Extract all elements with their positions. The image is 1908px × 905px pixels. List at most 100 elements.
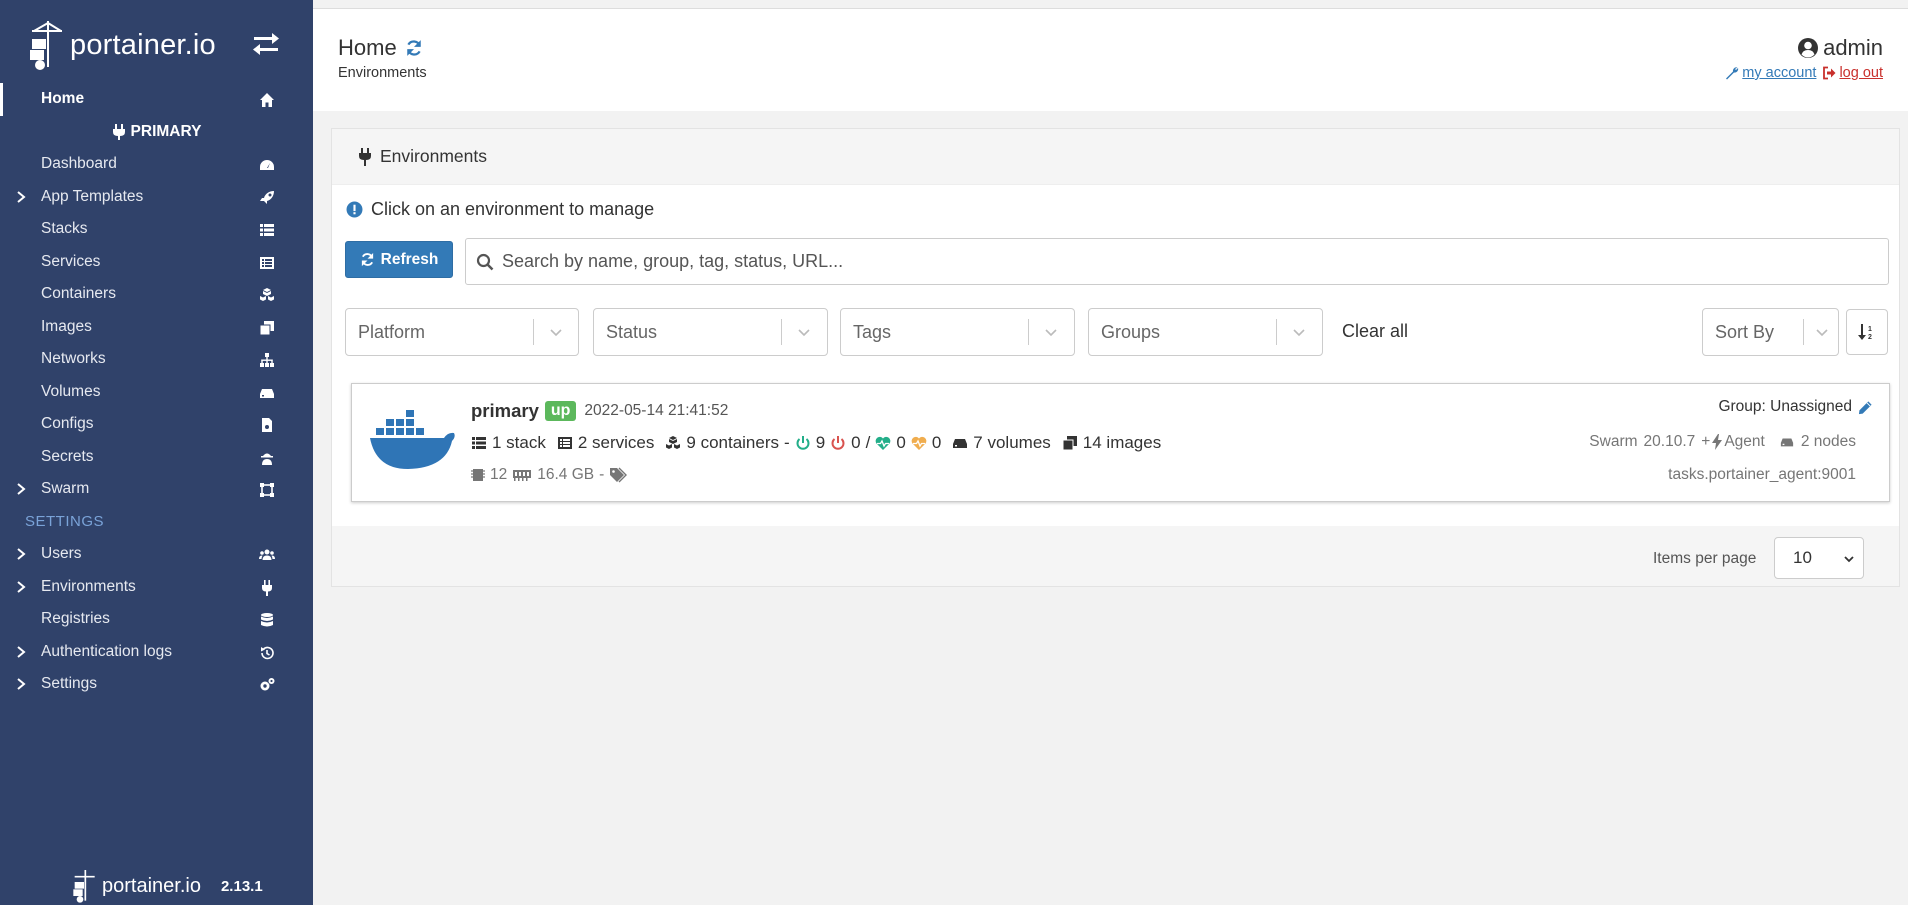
- sort-order-button[interactable]: 12: [1846, 309, 1888, 355]
- sidebar-item-images[interactable]: Images: [0, 311, 313, 344]
- user-menu: admin: [1797, 35, 1883, 61]
- memory-amount: 16.4 GB: [537, 466, 595, 483]
- plug-icon: [262, 579, 272, 596]
- sidebar-item-services[interactable]: Services: [0, 246, 313, 279]
- networks-icon: [260, 353, 274, 367]
- sidebar-item-configs[interactable]: Configs: [0, 408, 313, 441]
- sidebar-item-registries[interactable]: Registries: [0, 603, 313, 636]
- filter-label: Groups: [1101, 321, 1161, 342]
- settings-section-header: SETTINGS: [0, 506, 313, 539]
- sidebar-item-secrets[interactable]: Secrets: [0, 441, 313, 474]
- services-icon: [557, 437, 572, 449]
- chevron-right-icon[interactable]: [14, 677, 28, 691]
- containers-icon: [666, 436, 681, 449]
- sidebar-item-networks[interactable]: Networks: [0, 343, 313, 376]
- sidebar-item-users[interactable]: Users: [0, 538, 313, 571]
- sidebar-item-label: Images: [41, 317, 92, 335]
- items-per-page-value: 10: [1793, 548, 1812, 567]
- sidebar-item-containers[interactable]: Containers: [0, 278, 313, 311]
- heartbeat-unhealthy-icon: [911, 436, 927, 450]
- sidebar-item-dashboard[interactable]: Dashboard: [0, 148, 313, 181]
- docker-logo-icon: [370, 410, 455, 469]
- stack-count: 1 stack: [492, 433, 546, 452]
- my-account-text: my account: [1742, 65, 1817, 81]
- tags-filter[interactable]: Tags: [840, 308, 1075, 356]
- search-input[interactable]: [502, 251, 1882, 272]
- status-badge: up: [544, 401, 577, 421]
- toggle-sidebar-icon[interactable]: [252, 30, 280, 58]
- chevron-right-icon[interactable]: [14, 645, 28, 659]
- sidebar-item-label: Services: [41, 252, 101, 270]
- page-title-text: Home: [338, 35, 397, 60]
- sidebar-item-stacks[interactable]: Stacks: [0, 213, 313, 246]
- sort-by-select[interactable]: Sort By: [1702, 308, 1839, 356]
- section-label: SETTINGS: [25, 513, 105, 531]
- dashboard-icon: [260, 160, 274, 170]
- memory-icon: [513, 470, 532, 481]
- swarm-icon: [260, 483, 274, 497]
- images-icon: [1062, 436, 1077, 451]
- containers-icon: [260, 288, 274, 301]
- sidebar-item-label: Stacks: [41, 220, 88, 238]
- rocket-icon: [260, 190, 274, 204]
- sidebar-item-label: Registries: [41, 610, 110, 628]
- environment-platform-info: Swarm 20.10.7 + Agent 2 nodes: [1589, 433, 1856, 451]
- platform-filter[interactable]: Platform: [345, 308, 579, 356]
- pencil-icon[interactable]: [1858, 400, 1873, 415]
- clear-all-button[interactable]: Clear all: [1342, 321, 1408, 342]
- status-filter[interactable]: Status: [593, 308, 828, 356]
- separator-dash: -: [599, 466, 605, 483]
- filter-separator: [1803, 319, 1804, 345]
- chevron-down-icon: [798, 329, 810, 337]
- logout-link[interactable]: log out: [1822, 65, 1883, 81]
- version-label: 2.13.1: [220, 877, 263, 895]
- sidebar-item-label: Volumes: [41, 382, 101, 400]
- docker-version: 20.10.7: [1643, 433, 1696, 450]
- stopped-count: 0: [851, 433, 861, 452]
- widget-header: Environments: [332, 129, 1899, 185]
- sidebar-item-label: Users: [41, 545, 82, 563]
- groups-filter[interactable]: Groups: [1088, 308, 1323, 356]
- power-off-icon: [831, 436, 845, 450]
- sidebar-item-settings[interactable]: Settings: [0, 668, 313, 701]
- wrench-icon: [1726, 67, 1739, 80]
- environment-card[interactable]: primary up 2022-05-14 21:41:52 1 stack 2…: [351, 383, 1890, 502]
- sidebar: portainer.io Home PRIMARY Dashboard App …: [0, 0, 313, 905]
- logout-text: log out: [1839, 65, 1883, 81]
- cpu-icon: [471, 469, 485, 481]
- healthy-count: 0: [896, 433, 906, 452]
- items-per-page-select[interactable]: 10: [1774, 537, 1864, 579]
- chevron-down-icon: [1045, 329, 1057, 337]
- sidebar-item-label: Containers: [41, 285, 116, 303]
- refresh-icon[interactable]: [405, 39, 423, 57]
- sidebar-item-label: App Templates: [41, 187, 144, 205]
- portainer-logo[interactable]: portainer.io: [28, 14, 216, 76]
- secrets-icon: [261, 453, 273, 465]
- sidebar-item-home[interactable]: Home: [0, 83, 313, 116]
- sidebar-footer: portainer.io 2.13.1: [72, 868, 263, 904]
- environment-timestamp: 2022-05-14 21:41:52: [584, 402, 729, 419]
- refresh-button[interactable]: Refresh: [345, 241, 453, 278]
- chevron-right-icon[interactable]: [14, 580, 28, 594]
- sidebar-item-label: Settings: [41, 675, 98, 693]
- environment-resources: 12 16.4 GB -: [471, 466, 629, 484]
- sidebar-item-environments[interactable]: Environments: [0, 571, 313, 604]
- page-title: Home: [338, 35, 423, 61]
- sidebar-item-app-templates[interactable]: App Templates: [0, 181, 313, 214]
- footer-brand: portainer.io: [102, 874, 201, 897]
- sidebar-item-authentication-logs[interactable]: Authentication logs: [0, 636, 313, 669]
- filter-label: Tags: [853, 321, 892, 342]
- search-box[interactable]: [465, 238, 1889, 285]
- sidebar-item-label: Dashboard: [41, 155, 117, 173]
- chevron-right-icon[interactable]: [14, 547, 28, 561]
- sidebar-item-swarm[interactable]: Swarm: [0, 473, 313, 506]
- bolt-icon: [1712, 434, 1723, 450]
- database-icon: [261, 613, 273, 627]
- heartbeat-icon: [876, 436, 891, 450]
- sidebar-item-label: Swarm: [41, 480, 90, 498]
- environment-group: Group: Unassigned: [1718, 398, 1873, 416]
- sidebar-item-volumes[interactable]: Volumes: [0, 376, 313, 409]
- chevron-right-icon[interactable]: [14, 190, 28, 204]
- chevron-right-icon[interactable]: [14, 482, 28, 496]
- my-account-link[interactable]: my account: [1725, 65, 1816, 81]
